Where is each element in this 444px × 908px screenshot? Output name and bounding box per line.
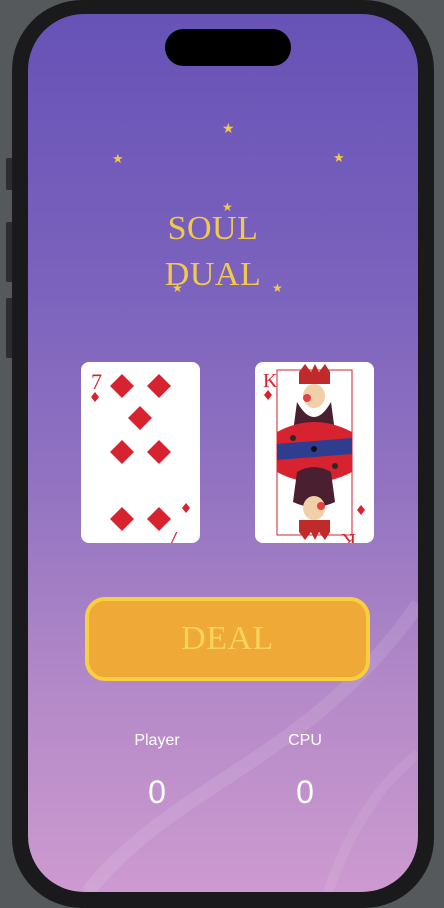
diamond-suit-icon	[147, 507, 171, 531]
diamond-suit-icon	[110, 440, 134, 464]
dynamic-island	[165, 29, 291, 66]
diamond-suit-icon	[182, 503, 190, 513]
player-card-rank-bottom: 7	[169, 527, 180, 543]
player-score-value: 0	[148, 774, 166, 810]
player-card-rank: 7	[91, 369, 102, 394]
diamond-suit-icon	[357, 505, 365, 515]
title-line-2: DUAL	[164, 256, 262, 293]
king-illustration	[277, 364, 352, 540]
app-screen: ★ ★ ★ ★ ★ ★ SOUL DUAL 7 7 K K DEAL Playe…	[28, 14, 418, 892]
player-score-label: Player	[134, 732, 180, 749]
diamond-suit-icon	[128, 406, 152, 430]
diamond-suit-icon	[147, 374, 171, 398]
cpu-card: K K	[255, 362, 374, 543]
player-card: 7 7	[81, 362, 200, 543]
star-icon: ★	[112, 152, 124, 167]
cpu-card-rank: K	[263, 370, 278, 392]
moon-icon	[280, 162, 334, 220]
diamond-suit-icon	[147, 440, 171, 464]
diamond-suit-icon	[110, 507, 134, 531]
cpu-score-value: 0	[296, 774, 314, 810]
star-icon: ★	[222, 121, 235, 137]
title-line-1: SOUL	[167, 210, 259, 247]
cpu-score-label: CPU	[288, 732, 322, 749]
deal-button[interactable]: DEAL	[85, 597, 370, 681]
cpu-card-rank-bottom: K	[341, 529, 356, 543]
app-title: SOUL DUAL	[143, 206, 283, 298]
diamond-suit-icon	[110, 374, 134, 398]
